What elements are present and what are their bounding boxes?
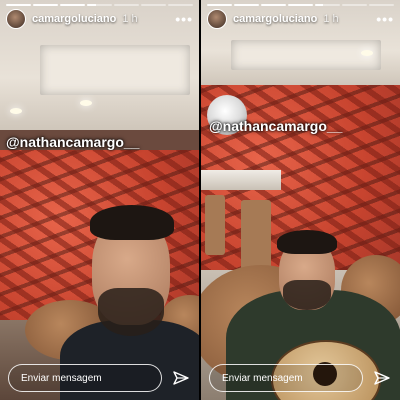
more-options-icon[interactable]: ••• (175, 12, 193, 26)
person-hair (277, 230, 337, 254)
story-time: 1 h (122, 13, 138, 25)
bar-stool (205, 195, 225, 255)
story-panel-left[interactable]: camargoluciano 1 h ••• @nathancamargo__ … (0, 0, 199, 400)
ceiling-light (10, 108, 22, 114)
story-header: camargoluciano 1 h ••• (6, 6, 193, 32)
ceiling-light (361, 50, 373, 56)
username[interactable]: camargoluciano (233, 13, 317, 25)
reply-placeholder: Enviar mensagem (21, 372, 102, 384)
username[interactable]: camargoluciano (32, 13, 116, 25)
reply-input[interactable]: Enviar mensagem (209, 364, 363, 392)
story-time: 1 h (323, 13, 339, 25)
mention-sticker[interactable]: @nathancamargo__ (209, 118, 342, 134)
bar-stool (241, 200, 271, 270)
person-beard (98, 288, 164, 336)
story-panel-right[interactable]: camargoluciano 1 h ••• @nathancamargo__ … (201, 0, 400, 400)
reply-input[interactable]: Enviar mensagem (8, 364, 162, 392)
ceiling-recess (231, 40, 381, 70)
send-icon[interactable] (374, 370, 390, 386)
ceiling-recess (40, 45, 190, 95)
kitchen-counter (201, 170, 281, 190)
ceiling-light (80, 100, 92, 106)
more-options-icon[interactable]: ••• (376, 12, 394, 26)
avatar[interactable] (207, 9, 227, 29)
person-beard (283, 280, 331, 310)
person-hair (90, 205, 174, 240)
mention-sticker[interactable]: @nathancamargo__ (6, 134, 139, 150)
reply-placeholder: Enviar mensagem (222, 372, 303, 384)
avatar[interactable] (6, 9, 26, 29)
story-header: camargoluciano 1 h ••• (207, 6, 394, 32)
send-icon[interactable] (173, 370, 189, 386)
